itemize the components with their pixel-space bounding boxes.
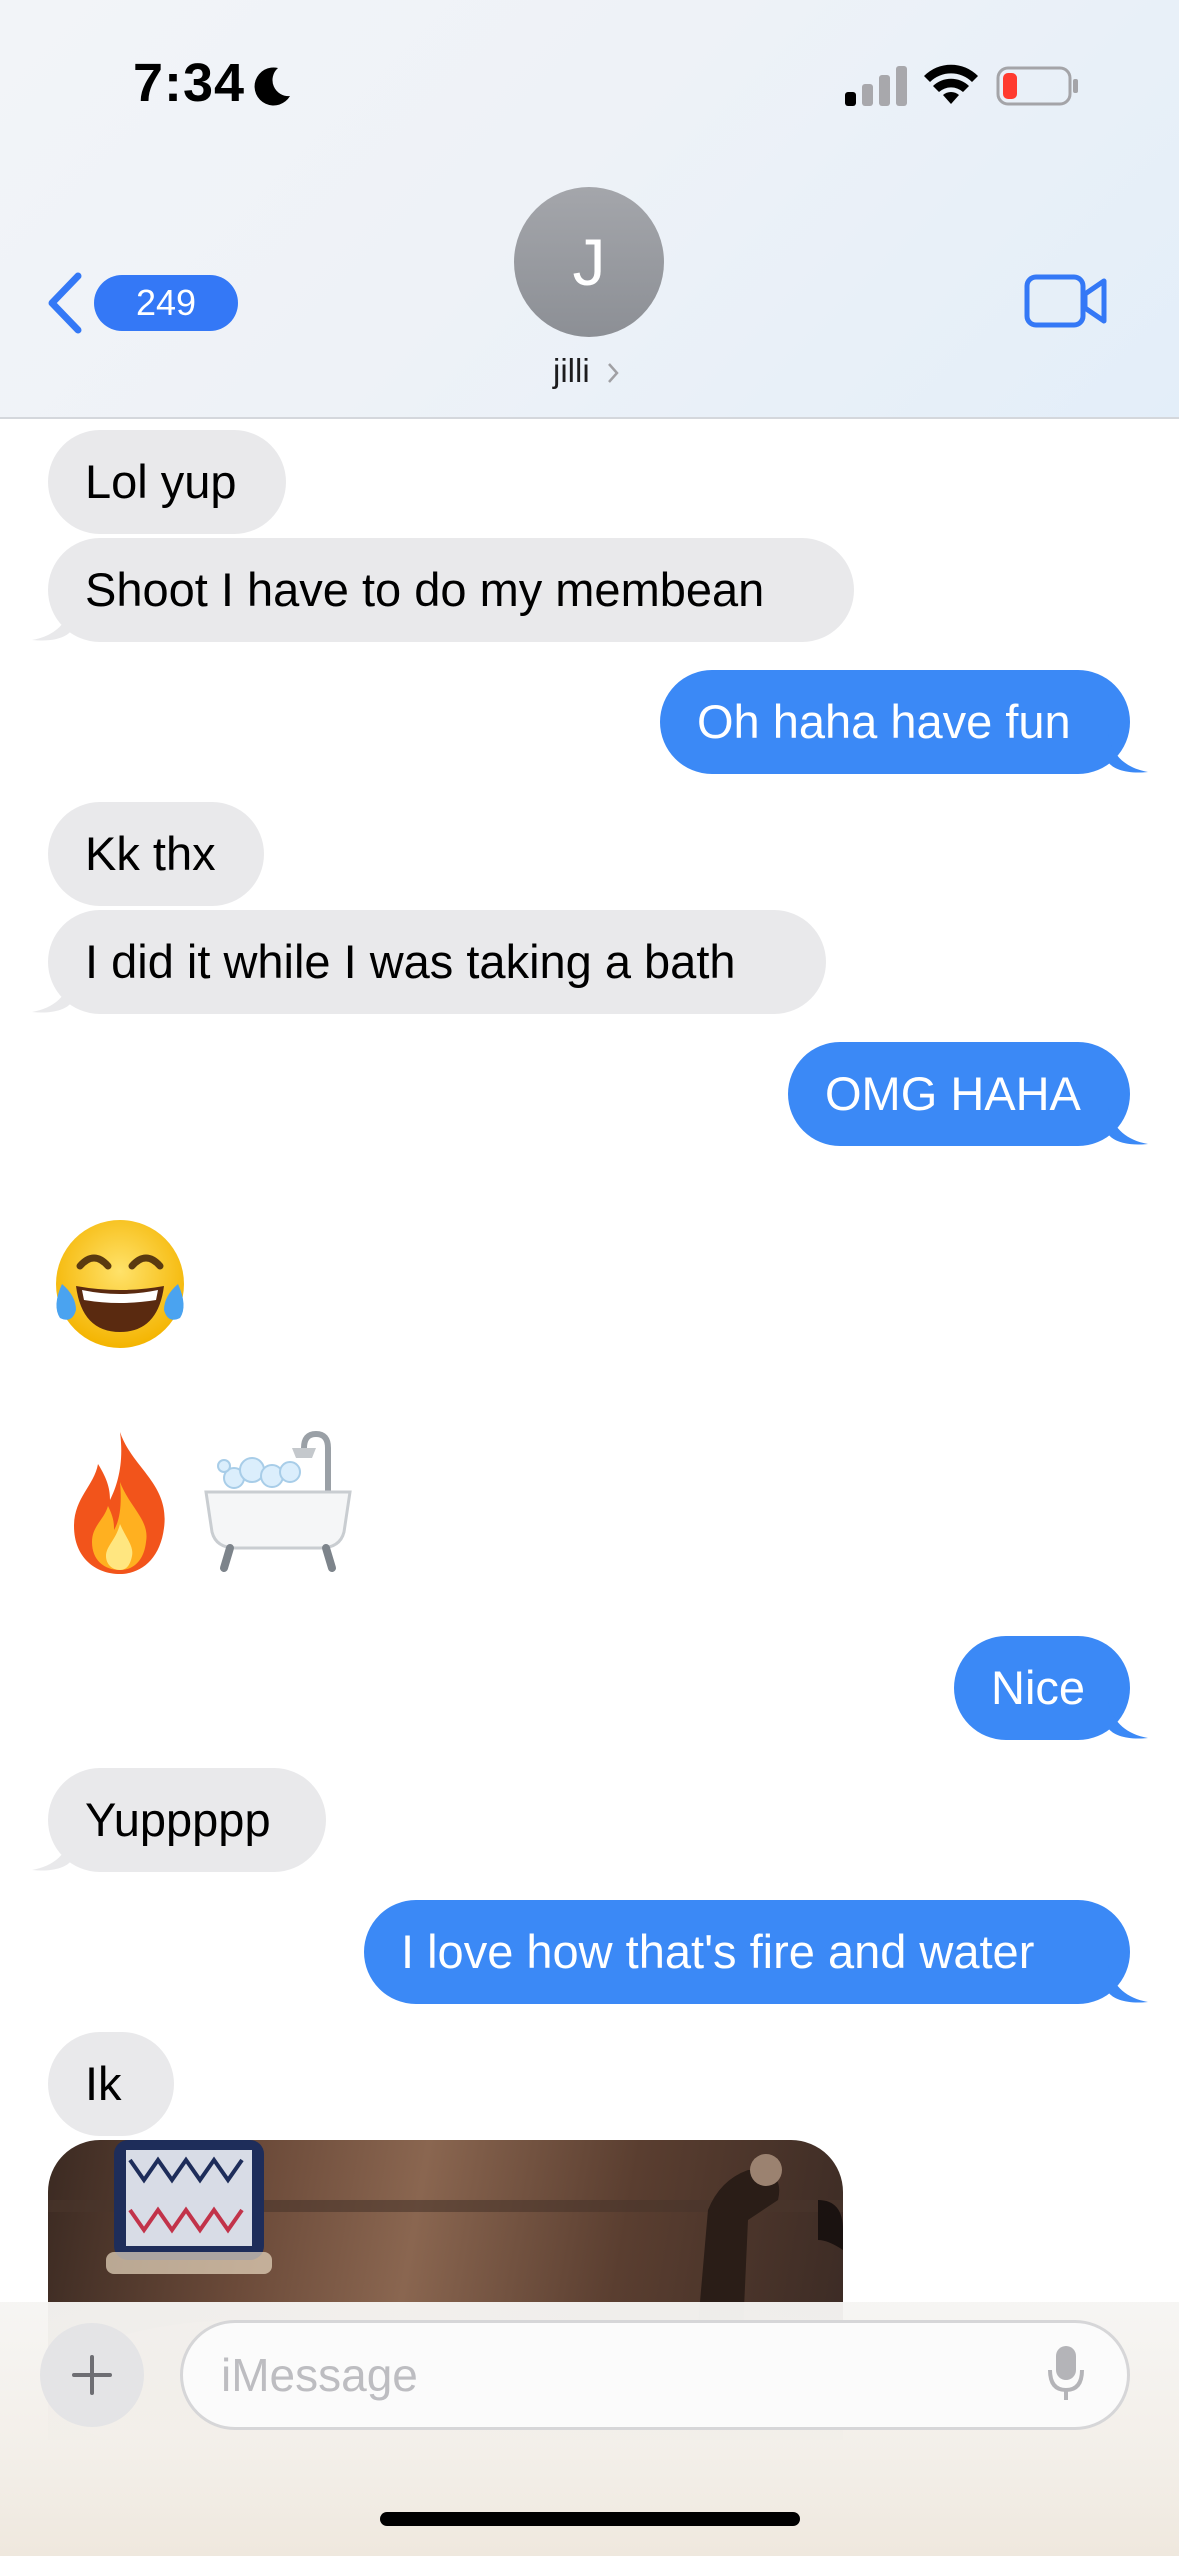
message-bubble-sent[interactable]: I love how that's fire and water xyxy=(364,1900,1130,2004)
back-button[interactable]: 249 xyxy=(46,268,238,338)
message-bubble-sent[interactable]: Nice xyxy=(954,1636,1130,1740)
wifi-icon xyxy=(924,64,978,104)
message-bubble-received[interactable]: Yuppppp xyxy=(48,1768,326,1872)
apps-plus-button[interactable] xyxy=(40,2323,144,2427)
message-bubble-received[interactable]: I did it while I was taking a bath xyxy=(48,910,826,1014)
contact-avatar[interactable]: J xyxy=(514,187,664,337)
tears-of-joy-emoji-icon[interactable] xyxy=(50,1214,190,1354)
facetime-video-icon[interactable] xyxy=(1024,272,1108,330)
message-bubble-received[interactable]: Shoot I have to do my membean xyxy=(48,538,854,642)
bubble-tail xyxy=(32,1832,72,1871)
bubble-tail xyxy=(1108,734,1148,773)
bubble-tail xyxy=(32,602,72,641)
fire-emoji-icon[interactable] xyxy=(60,1428,180,1578)
bubble-tail xyxy=(32,974,72,1013)
message-bubble-sent[interactable]: Oh haha have fun xyxy=(660,670,1130,774)
moon-icon xyxy=(254,67,290,106)
message-bubble-received[interactable]: Kk thx xyxy=(48,802,264,906)
bubble-tail xyxy=(1108,1700,1148,1739)
microphone-icon[interactable] xyxy=(1046,2344,1086,2404)
plus-icon xyxy=(72,2355,112,2395)
message-bubble-received[interactable]: Ik xyxy=(48,2032,174,2136)
chevron-right-icon xyxy=(608,363,619,383)
chevron-left-icon xyxy=(48,272,82,334)
status-time: 7:34 xyxy=(133,53,246,113)
imessage-input[interactable] xyxy=(180,2320,1130,2430)
contact-name[interactable]: jilli xyxy=(553,352,590,390)
message-bubble-received[interactable]: Lol yup xyxy=(48,430,286,534)
message-bubble-sent[interactable]: OMG HAHA xyxy=(788,1042,1130,1146)
bubble-tail xyxy=(1108,1106,1148,1145)
bathtub-emoji-icon[interactable] xyxy=(200,1428,360,1578)
home-indicator[interactable] xyxy=(380,2512,800,2526)
battery-low-icon xyxy=(996,66,1078,106)
conversation-header: 7:34 249 J jilli xyxy=(0,0,1179,419)
bubble-tail xyxy=(1108,1964,1148,2003)
unread-count-badge: 249 xyxy=(94,275,238,331)
cellular-signal-icon xyxy=(845,66,907,106)
